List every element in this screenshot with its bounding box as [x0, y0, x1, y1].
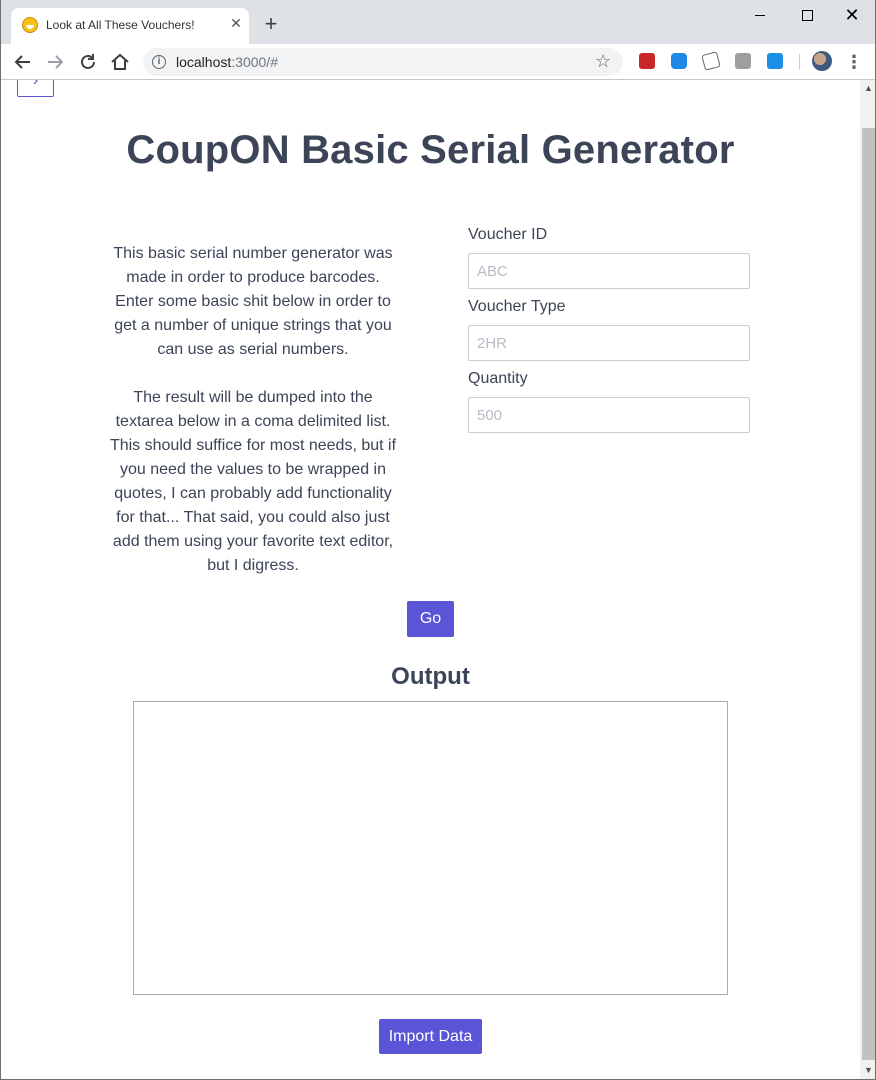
info-icon[interactable]: i [152, 55, 166, 69]
home-icon[interactable] [108, 50, 132, 74]
tab-title: Look at All These Vouchers! [46, 18, 195, 32]
quantity-label: Quantity [468, 370, 528, 387]
bookmark-star-icon[interactable]: ☆ [595, 51, 611, 71]
voucher-type-input[interactable] [468, 325, 750, 361]
scroll-down-arrow-icon[interactable]: ▼ [860, 1062, 875, 1079]
url-host: localhost [176, 54, 232, 70]
profile-avatar[interactable] [812, 51, 832, 71]
back-arrow-icon[interactable] [11, 50, 35, 74]
address-bar[interactable]: i localhost:3000/# ☆ [143, 48, 623, 76]
description-paragraph-2: The result will be dumped into the texta… [109, 389, 397, 574]
scrollbar-thumb[interactable] [862, 128, 875, 1060]
quantity-input[interactable] [468, 397, 750, 433]
new-tab-button[interactable]: + [259, 12, 283, 36]
extension-grey-icon[interactable] [735, 53, 751, 69]
output-textarea[interactable] [133, 701, 728, 995]
output-heading: Output [391, 663, 470, 690]
url-path: :3000/# [231, 54, 278, 70]
voucher-type-label: Voucher Type [468, 298, 566, 315]
voucher-id-input[interactable] [468, 253, 750, 289]
grin-face-favicon-icon [22, 17, 38, 33]
minimize-window-button[interactable] [737, 0, 783, 30]
url-text[interactable]: localhost:3000/# [176, 54, 278, 70]
go-button[interactable]: Go [407, 601, 454, 637]
extension-blue-icon[interactable] [671, 53, 687, 69]
extension-note-icon[interactable] [701, 51, 721, 71]
browser-toolbar: i localhost:3000/# ☆ ⋮ [1, 44, 875, 80]
tab-strip: Look at All These Vouchers! ✕ + ✕ [1, 0, 875, 44]
browser-tab[interactable]: Look at All These Vouchers! ✕ [11, 8, 249, 44]
import-data-button[interactable]: Import Data [379, 1019, 482, 1054]
maximize-window-button[interactable] [783, 0, 829, 30]
scroll-up-arrow-icon[interactable]: ▲ [860, 80, 875, 97]
extension-red-icon[interactable] [639, 53, 655, 69]
close-window-button[interactable]: ✕ [829, 0, 875, 30]
extension-clock-icon[interactable] [767, 53, 783, 69]
kebab-menu-icon[interactable]: ⋮ [845, 50, 863, 74]
description-paragraph-1: This basic serial number generator was m… [113, 245, 393, 358]
page-scrollbar[interactable]: ▲ ▼ [860, 80, 875, 1079]
forward-arrow-icon[interactable] [43, 50, 67, 74]
browser-window: Look at All These Vouchers! ✕ + ✕ i loca… [0, 0, 876, 1080]
tab-close-icon[interactable]: ✕ [228, 15, 244, 31]
chevron-right-button[interactable]: › [17, 80, 54, 97]
toolbar-divider [799, 54, 800, 70]
voucher-id-label: Voucher ID [468, 226, 548, 243]
reload-icon[interactable] [76, 50, 100, 74]
page-viewport: › CoupON Basic Serial Generator This bas… [1, 80, 860, 1079]
page-title: CoupON Basic Serial Generator [126, 128, 735, 172]
description: This basic serial number generator was m… [105, 242, 401, 602]
